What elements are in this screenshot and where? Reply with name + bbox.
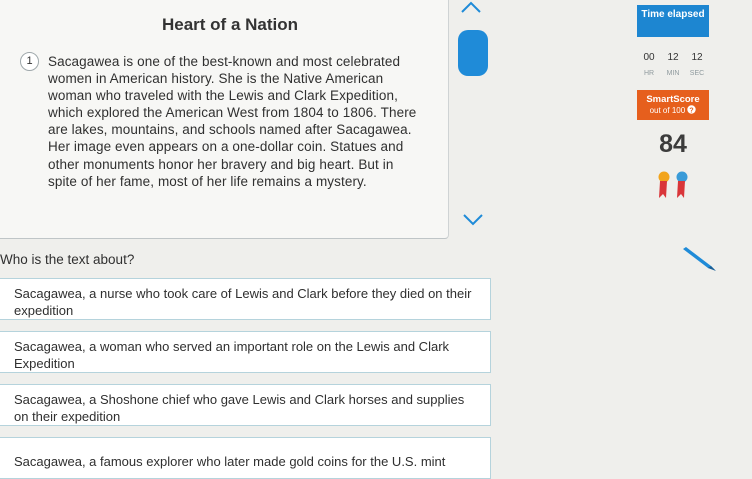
pencil-icon[interactable] [683,244,719,272]
svg-text:?: ? [690,107,694,114]
passage-title: Heart of a Nation [161,15,299,34]
scroll-down-button[interactable] [458,206,488,232]
ribbon-icon [658,171,688,198]
answer-choice-1[interactable]: Sacagawea, a nurse who took care of Lewi… [0,278,491,320]
paragraph-number: 1 [20,52,39,71]
timer-units: HR MIN SEC [637,70,709,77]
smartscore-label: SmartScore [646,94,700,105]
time-elapsed-label: Time elapsed [637,5,709,37]
answer-choice-4[interactable]: Sacagawea, a famous explorer who later m… [0,437,491,479]
smartscore-value: 84 [659,130,687,158]
timer-minutes-unit: MIN [666,70,680,77]
answer-choice-3[interactable]: Sacagawea, a Shoshone chief who gave Lew… [0,384,491,426]
passage-text: Sacagawea is one of the best-known and m… [48,54,417,189]
timer-seconds-unit: SEC [689,70,705,77]
timer-hours-unit: HR [643,70,655,77]
question-prompt: Who is the text about? [0,252,135,267]
timer-hours: 00 [643,52,655,63]
chevron-up-icon [461,1,481,13]
help-icon[interactable]: ? [687,105,697,114]
scrollbar-thumb[interactable] [458,30,488,76]
timer-seconds: 12 [691,52,703,63]
passage-panel: Heart of a Nation 1 Sacagawea is one of … [0,0,449,239]
answer-choice-2[interactable]: Sacagawea, a woman who served an importa… [0,331,491,373]
scroll-up-button[interactable] [456,0,486,14]
timer-digits: 00 12 12 [637,52,709,63]
chevron-down-icon [463,214,483,226]
smartscore-sublabel: out of 100 ? [637,105,709,116]
smartscore-box: SmartScore out of 100 ? [637,90,709,120]
timer-minutes: 12 [667,52,679,63]
